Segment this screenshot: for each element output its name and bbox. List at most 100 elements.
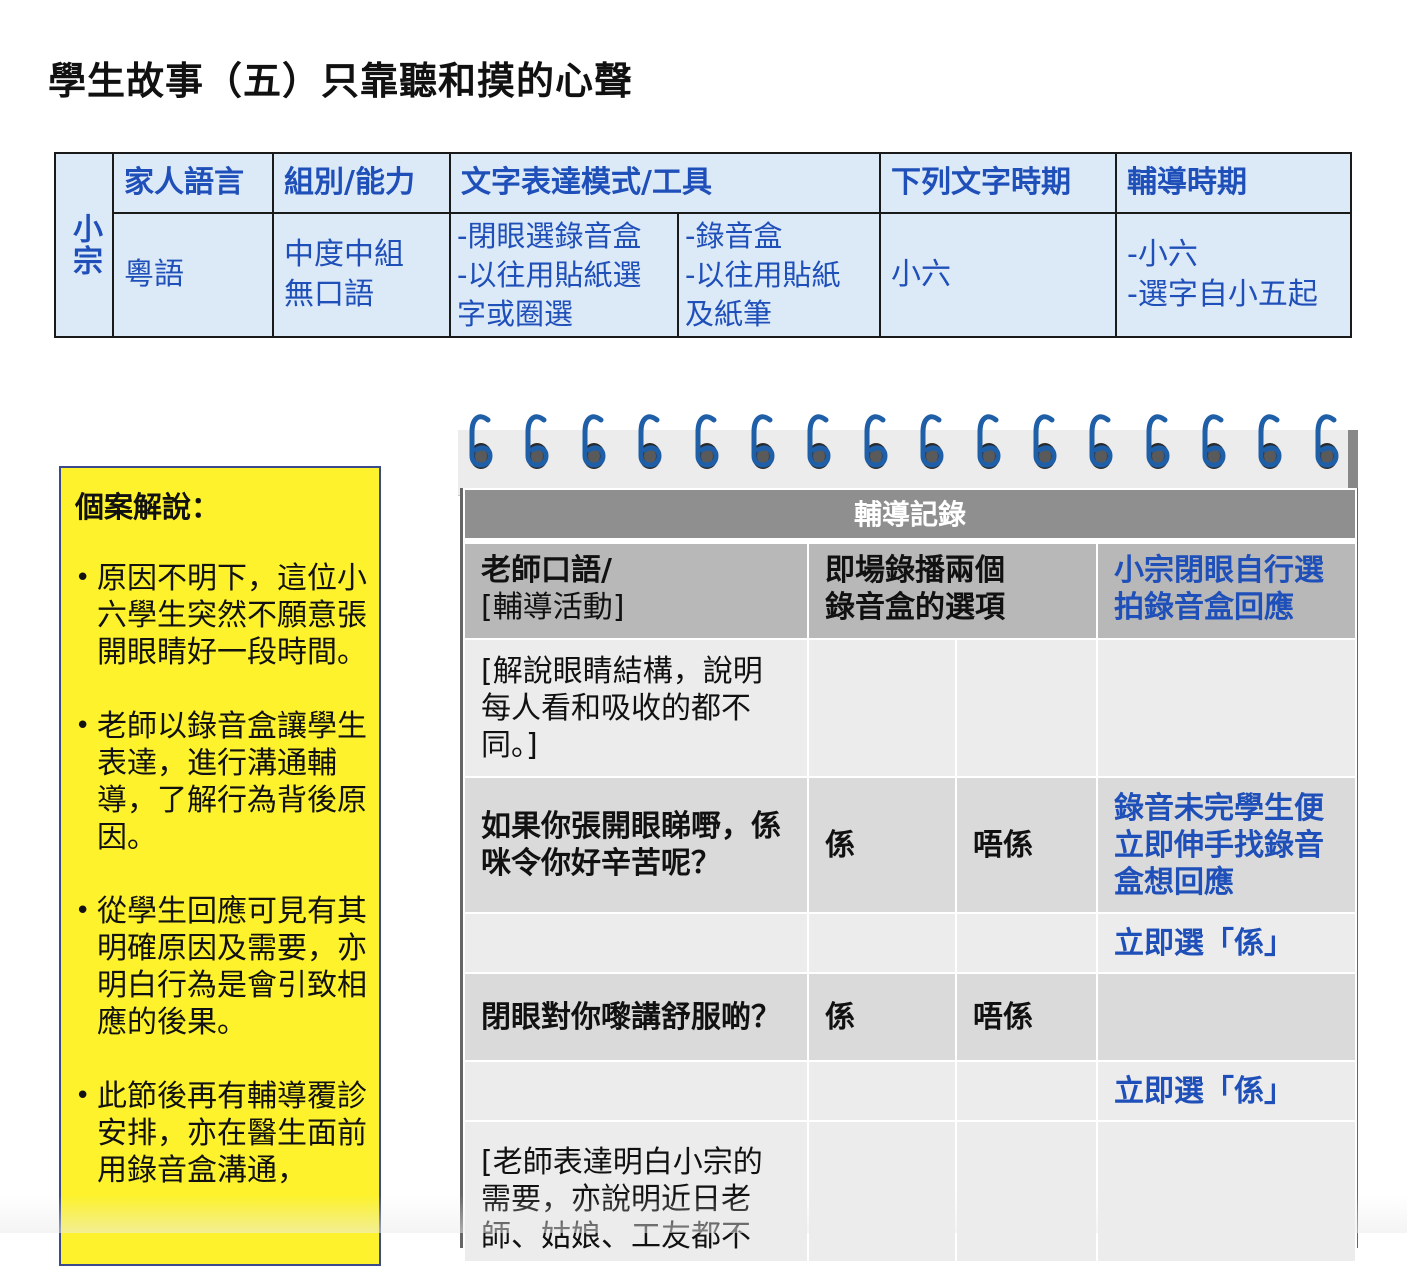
- record-response: 錄音未完學生便立即伸手找錄音盒想回應: [1095, 776, 1358, 914]
- record-header-row: 老師口語/ [輔導活動] 即場錄播兩個 錄音盒的選項 小宗閉眼自行選拍錄音盒回應: [463, 540, 1358, 640]
- spiral-binding-ring-icon: [802, 410, 836, 476]
- record-row: 立即選「係」: [463, 1060, 1358, 1122]
- record-teacher: [463, 912, 809, 974]
- record-option-1: [807, 638, 957, 778]
- case-item-text: 此節後再有輔導覆診安排，亦在醫生面前用錄音盒溝通，: [97, 1079, 367, 1188]
- record-option-2: [955, 1120, 1098, 1263]
- record-row: 立即選「係」: [463, 912, 1358, 974]
- cell-counsel-period: -小六 -選字自小五起: [1115, 212, 1352, 338]
- case-item: • 從學生回應可見有其明確原因及需要，亦明白行為是會引致相應的後果。: [75, 893, 367, 1041]
- mode-b-line-1: -錄音盒: [685, 218, 783, 253]
- header-family-language: 家人語言: [112, 152, 274, 214]
- record-option-1: 係: [807, 972, 957, 1062]
- header-group-ability: 組別/能力: [272, 152, 451, 214]
- case-heading: 個案解說：: [75, 490, 221, 524]
- record-row: 閉眼對你嚟講舒服啲？ 係 唔係: [463, 972, 1358, 1062]
- record-row: [老師表達明白小宗的需要，亦說明近日老師、姑娘、工友都不: [463, 1120, 1358, 1263]
- student-name: 小宗: [67, 213, 102, 277]
- bullet-icon: •: [75, 563, 91, 593]
- case-item-text: 原因不明下，這位小六學生突然不願意張開眼睛好一段時間。: [97, 561, 367, 670]
- spiral-binding-ring-icon: [577, 410, 611, 476]
- spiral-binding-ring-icon: [1028, 410, 1062, 476]
- spiral-binding-ring-icon: [1310, 410, 1344, 476]
- cell-mode-b: -錄音盒 -以往用貼紙 及紙筆: [677, 212, 881, 338]
- group-line-2: 無口語: [284, 277, 374, 312]
- case-explanation-box: 個案解說： • 原因不明下，這位小六學生突然不願意張開眼睛好一段時間。 • 老師以錄…: [59, 466, 381, 1266]
- case-list: • 原因不明下，這位小六學生突然不願意張開眼睛好一段時間。 • 老師以錄音盒讓學生表…: [75, 560, 367, 1189]
- counselling-record-table: 輔導記錄 老師口語/ [輔導活動] 即場錄播兩個 錄音盒的選項 小宗閉眼自行選拍…: [462, 488, 1358, 1263]
- header-text-period: 下列文字時期: [879, 152, 1117, 214]
- header-teacher-line-1: 老師口語/: [481, 553, 612, 588]
- case-item: • 原因不明下，這位小六學生突然不願意張開眼睛好一段時間。: [75, 560, 367, 671]
- group-line-1: 中度中組: [284, 237, 404, 272]
- record-title-row: 輔導記錄: [462, 488, 1358, 544]
- case-item-text: 老師以錄音盒讓學生表達，進行溝通輔導，了解行為背後原因。: [97, 709, 367, 855]
- record-option-1: [807, 912, 957, 974]
- mode-a-line-3: 字或圈選: [457, 296, 574, 331]
- cell-mode-a: -閉眼選錄音盒 -以往用貼紙選 字或圈選: [449, 212, 679, 338]
- page-title: 學生故事（五）只靠聽和摸的心聲: [48, 59, 634, 103]
- record-teacher: 如果你張開眼睇嘢，係咪令你好辛苦呢？: [463, 776, 809, 914]
- record-option-2: [955, 1060, 1098, 1122]
- header-teacher: 老師口語/ [輔導活動]: [463, 540, 809, 640]
- spiral-binding-ring-icon: [1197, 410, 1231, 476]
- record-option-2: [955, 912, 1098, 974]
- header-options-line-2: 錄音盒的選項: [825, 590, 1005, 625]
- record-option-1: 係: [807, 776, 957, 914]
- spiral-binding-ring-icon: [690, 410, 724, 476]
- record-title: 輔導記錄: [462, 488, 1358, 544]
- spiral-binding-ring-icon: [633, 410, 667, 476]
- counsel-line-1: -小六: [1127, 237, 1198, 272]
- record-teacher: [老師表達明白小宗的需要，亦說明近日老師、姑娘、工友都不: [463, 1120, 809, 1263]
- cell-group: 中度中組 無口語: [272, 212, 451, 338]
- mode-b-line-2: -以往用貼紙: [685, 257, 841, 292]
- bullet-icon: •: [75, 896, 91, 926]
- spiral-binding-ring-icon: [859, 410, 893, 476]
- record-option-1: [807, 1060, 957, 1122]
- bullet-icon: •: [75, 711, 91, 741]
- mode-a-line-2: -以往用貼紙選: [457, 257, 642, 292]
- record-teacher: [解說眼睛結構，說明每人看和吸收的都不同。]: [463, 638, 809, 778]
- record-option-2: [955, 638, 1098, 778]
- record-teacher: [463, 1060, 809, 1122]
- spiral-binding-ring-icon: [915, 410, 949, 476]
- spiral-binding-ring-icon: [746, 410, 780, 476]
- record-row: 如果你張開眼睇嘢，係咪令你好辛苦呢？ 係 唔係 錄音未完學生便立即伸手找錄音盒想…: [463, 776, 1358, 914]
- spiral-binding-ring-icon: [520, 410, 554, 476]
- record-response: [1095, 638, 1358, 778]
- record-row: [解說眼睛結構，說明每人看和吸收的都不同。]: [463, 638, 1358, 778]
- spiral-binding: [464, 410, 1344, 476]
- header-text-mode: 文字表達模式/工具: [449, 152, 881, 214]
- record-option-2: 唔係: [955, 972, 1098, 1062]
- student-info-table: 小宗 家人語言 組別/能力 文字表達模式/工具 下列文字時期 輔導時期 粵語 中…: [54, 152, 1352, 338]
- info-data-row: 粵語 中度中組 無口語 -閉眼選錄音盒 -以往用貼紙選 字或圈選 -錄音盒 -以…: [55, 212, 1352, 338]
- header-options-line-1: 即場錄播兩個: [825, 553, 1005, 588]
- spiral-binding-ring-icon: [464, 410, 498, 476]
- spiral-binding-ring-icon: [1253, 410, 1287, 476]
- case-item: • 老師以錄音盒讓學生表達，進行溝通輔導，了解行為背後原因。: [75, 708, 367, 856]
- spiral-binding-ring-icon: [1141, 410, 1175, 476]
- spiral-binding-ring-icon: [1084, 410, 1118, 476]
- record-response: [1095, 1120, 1358, 1263]
- bullet-icon: •: [75, 1081, 91, 1111]
- header-response: 小宗閉眼自行選拍錄音盒回應: [1095, 540, 1358, 640]
- spiral-binding-ring-icon: [972, 410, 1006, 476]
- record-response: 立即選「係」: [1095, 912, 1358, 974]
- mode-a-line-1: -閉眼選錄音盒: [457, 218, 642, 253]
- counsel-line-2: -選字自小五起: [1127, 277, 1318, 312]
- record-teacher: 閉眼對你嚟講舒服啲？: [463, 972, 809, 1062]
- record-option-1: [807, 1120, 957, 1263]
- cell-language: 粵語: [112, 212, 274, 338]
- student-name-cell: 小宗: [54, 152, 114, 338]
- mode-b-line-3: 及紙筆: [685, 296, 773, 331]
- case-item: • 此節後再有輔導覆診安排，亦在醫生面前用錄音盒溝通，: [75, 1078, 367, 1189]
- info-header-row: 小宗 家人語言 組別/能力 文字表達模式/工具 下列文字時期 輔導時期: [54, 152, 1352, 338]
- header-options: 即場錄播兩個 錄音盒的選項: [807, 540, 1098, 640]
- header-counsel-period: 輔導時期: [1115, 152, 1352, 214]
- header-teacher-line-2: [輔導活動]: [481, 590, 625, 625]
- record-option-2: 唔係: [955, 776, 1098, 914]
- cell-text-period: 小六: [879, 212, 1117, 338]
- notebook-page: 輔導記錄 老師口語/ [輔導活動] 即場錄播兩個 錄音盒的選項 小宗閉眼自行選拍…: [460, 488, 1358, 1263]
- record-response: [1095, 972, 1358, 1062]
- record-response: 立即選「係」: [1095, 1060, 1358, 1122]
